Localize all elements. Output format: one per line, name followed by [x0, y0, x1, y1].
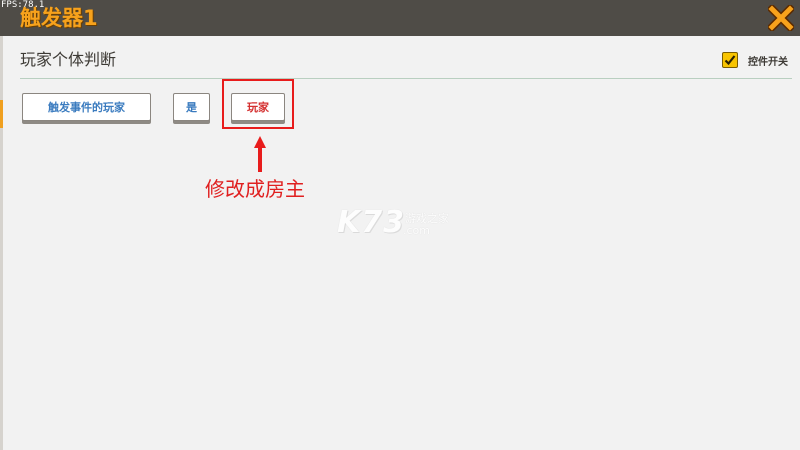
window-title: 触发器1 [20, 6, 98, 30]
up-arrow-icon [254, 136, 266, 172]
check-icon [724, 55, 736, 66]
operator-button[interactable]: 是 [173, 93, 210, 121]
annotation-text: 修改成房主 [205, 177, 305, 201]
watermark-main: K73 [337, 205, 405, 240]
section-title: 玩家个体判断 [20, 50, 117, 69]
toggle-label: 控件开关 [748, 56, 788, 68]
title-bar: FPS:78.1 触发器1 [0, 0, 800, 36]
subject-button[interactable]: 触发事件的玩家 [22, 93, 151, 121]
toggle-checkbox[interactable] [722, 52, 738, 68]
close-x-icon[interactable] [768, 5, 794, 31]
control-toggle[interactable]: 控件开关 [722, 50, 788, 70]
watermark-line2: .com [403, 224, 430, 237]
section-divider [20, 78, 792, 79]
highlight-box [222, 79, 294, 129]
watermark: K73 游戏之家 .com [337, 206, 477, 240]
